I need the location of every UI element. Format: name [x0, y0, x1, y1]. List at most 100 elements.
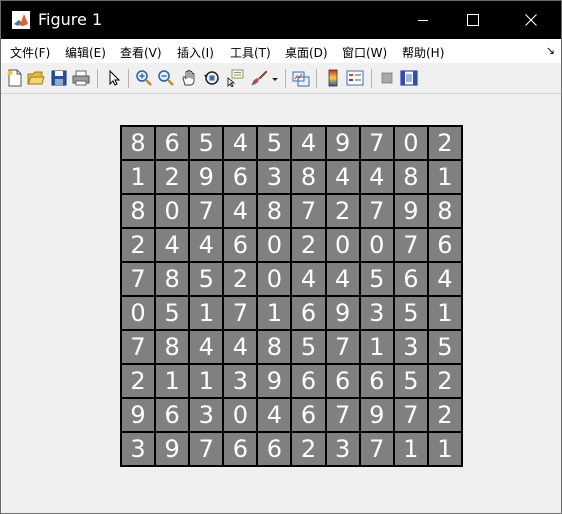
digit-cell: 7 — [360, 433, 393, 465]
title-bar[interactable]: Figure 1 — [1, 1, 561, 39]
digit-cell: 9 — [326, 297, 359, 329]
hide-plot-tools-icon[interactable] — [378, 69, 396, 87]
toolbar-separator — [97, 69, 98, 88]
menu-window[interactable]: 窗口(W) — [342, 44, 387, 61]
digit-cell: 6 — [292, 297, 325, 329]
digit-cell: 1 — [190, 297, 223, 329]
digit-cell: 2 — [156, 161, 189, 193]
digit-cell: 9 — [156, 433, 189, 465]
menu-desktop[interactable]: 桌面(D) — [285, 44, 328, 61]
brush-icon[interactable] — [250, 69, 268, 87]
insert-colorbar-icon[interactable] — [324, 69, 342, 87]
digit-cell: 4 — [326, 263, 359, 295]
close-icon — [525, 14, 537, 26]
minimize-button[interactable] — [400, 1, 446, 39]
menu-help[interactable]: 帮助(H) — [402, 44, 444, 61]
menu-view[interactable]: 查看(V) — [120, 44, 162, 61]
digit-cell: 7 — [224, 297, 257, 329]
edit-plot-icon[interactable] — [105, 69, 123, 87]
digit-cell: 6 — [224, 161, 257, 193]
open-file-icon[interactable] — [27, 69, 45, 87]
digit-cell: 9 — [360, 399, 393, 431]
digit-cell: 4 — [326, 161, 359, 193]
digit-cell: 1 — [122, 161, 155, 193]
digit-cell: 5 — [360, 263, 393, 295]
digit-cell: 1 — [428, 161, 461, 193]
digit-cell: 7 — [122, 263, 155, 295]
minimize-icon — [418, 20, 428, 21]
window-title: Figure 1 — [38, 10, 103, 29]
digit-cell: 7 — [190, 433, 223, 465]
digit-cell: 2 — [224, 263, 257, 295]
digit-cell: 8 — [258, 195, 291, 227]
pan-icon[interactable] — [180, 69, 198, 87]
zoom-in-icon[interactable] — [135, 69, 153, 87]
maximize-icon — [467, 14, 479, 26]
digit-cell: 6 — [326, 365, 359, 397]
toolbar-separator — [128, 69, 129, 88]
digit-cell: 4 — [360, 161, 393, 193]
digit-cell: 5 — [428, 331, 461, 363]
digit-cell: 0 — [258, 229, 291, 261]
digit-cell: 6 — [360, 365, 393, 397]
zoom-out-icon[interactable] — [157, 69, 175, 87]
print-icon[interactable] — [72, 69, 90, 87]
show-plot-tools-icon[interactable] — [400, 69, 418, 87]
brush-dropdown-icon[interactable] — [271, 69, 279, 87]
menu-edit[interactable]: 编辑(E) — [65, 44, 106, 61]
digit-cell: 5 — [190, 263, 223, 295]
menu-file[interactable]: 文件(F) — [10, 44, 50, 61]
digit-cell: 8 — [122, 195, 155, 227]
menu-insert[interactable]: 插入(I) — [177, 44, 214, 61]
new-figure-icon[interactable] — [6, 69, 24, 87]
menu-overflow-icon[interactable]: ↘ — [546, 44, 555, 57]
digit-cell: 9 — [326, 127, 359, 159]
menu-tools[interactable]: 工具(T) — [230, 44, 271, 61]
digit-cell: 6 — [156, 399, 189, 431]
digit-cell: 2 — [428, 365, 461, 397]
mnist-digit-grid: 8654549702129638448180748727982446020076… — [120, 125, 463, 467]
digit-cell: 7 — [326, 399, 359, 431]
maximize-button[interactable] — [450, 1, 496, 39]
menu-bar: 文件(F) 编辑(E) 查看(V) 插入(I) 工具(T) 桌面(D) 窗口(W… — [1, 39, 561, 63]
digit-cell: 3 — [326, 433, 359, 465]
figure-canvas[interactable]: 8654549702129638448180748727982446020076… — [1, 94, 561, 513]
insert-legend-icon[interactable] — [346, 69, 364, 87]
digit-cell: 8 — [428, 195, 461, 227]
digit-cell: 8 — [156, 263, 189, 295]
digit-cell: 4 — [292, 127, 325, 159]
link-plot-icon[interactable] — [292, 69, 310, 87]
digit-cell: 0 — [224, 399, 257, 431]
digit-cell: 4 — [224, 331, 257, 363]
digit-cell: 8 — [394, 161, 427, 193]
digit-cell: 4 — [224, 127, 257, 159]
digit-cell: 7 — [394, 399, 427, 431]
digit-cell: 8 — [258, 331, 291, 363]
digit-cell: 7 — [360, 127, 393, 159]
digit-cell: 2 — [428, 399, 461, 431]
digit-cell: 9 — [122, 399, 155, 431]
digit-cell: 2 — [122, 229, 155, 261]
digit-cell: 2 — [428, 127, 461, 159]
digit-cell: 1 — [428, 433, 461, 465]
rotate-3d-icon[interactable] — [203, 69, 221, 87]
digit-cell: 8 — [156, 331, 189, 363]
digit-cell: 5 — [292, 331, 325, 363]
toolbar-separator — [316, 69, 317, 88]
data-cursor-icon[interactable] — [226, 69, 244, 87]
save-icon[interactable] — [50, 69, 68, 87]
toolbar-separator — [371, 69, 372, 88]
digit-cell: 8 — [122, 127, 155, 159]
digit-cell: 3 — [122, 433, 155, 465]
digit-cell: 7 — [292, 195, 325, 227]
digit-cell: 5 — [258, 127, 291, 159]
digit-cell: 0 — [394, 127, 427, 159]
digit-cell: 3 — [394, 331, 427, 363]
digit-cell: 9 — [394, 195, 427, 227]
digit-cell: 1 — [190, 365, 223, 397]
digit-cell: 6 — [292, 365, 325, 397]
digit-cell: 2 — [292, 229, 325, 261]
digit-cell: 6 — [292, 399, 325, 431]
close-button[interactable] — [508, 1, 554, 39]
digit-cell: 1 — [394, 433, 427, 465]
